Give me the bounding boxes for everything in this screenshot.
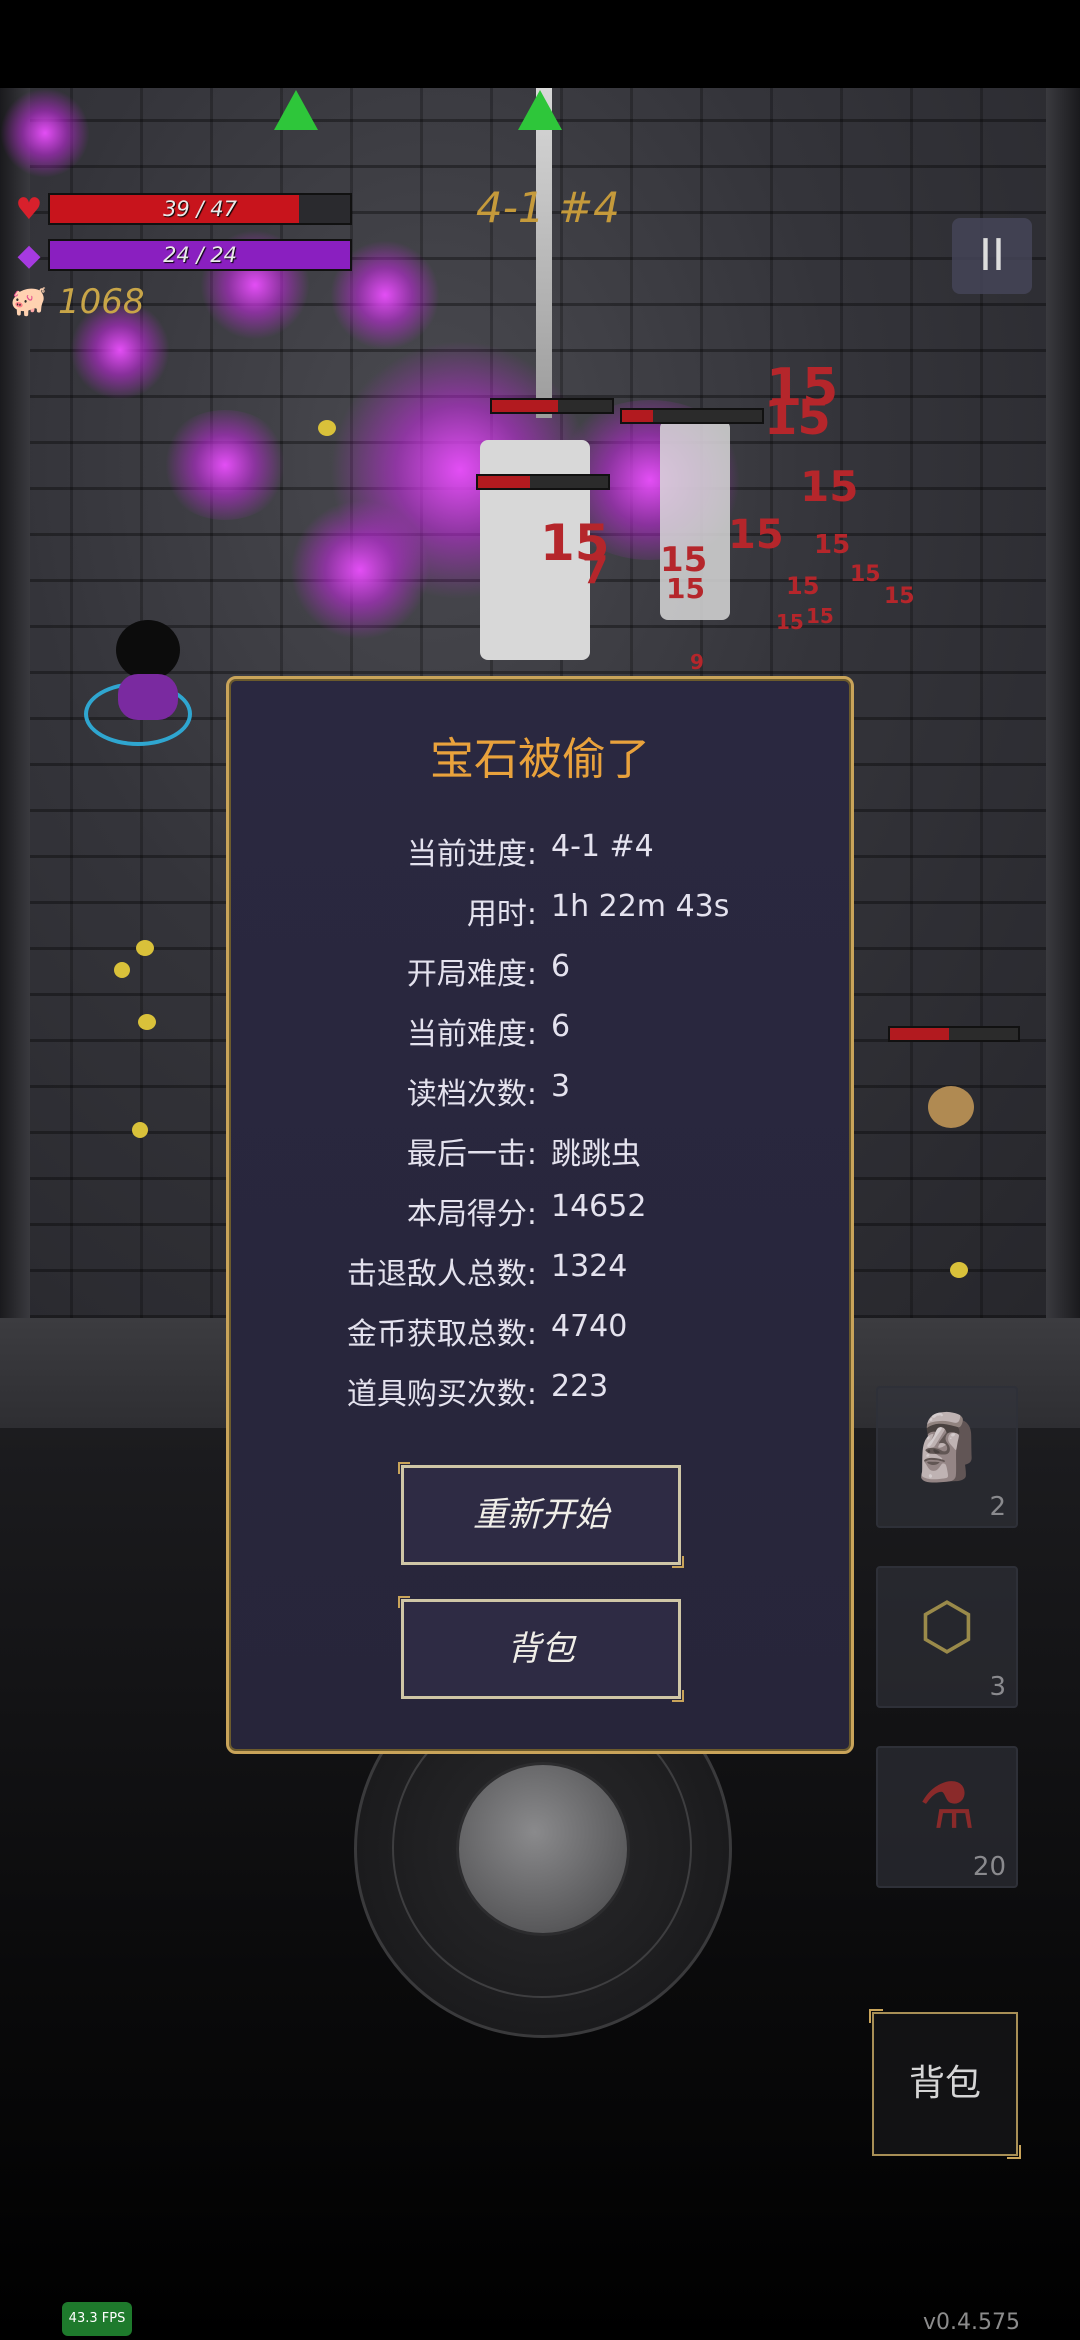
bag-button[interactable]: 背包 [869,2009,1021,2159]
hp-text: 39 / 47 [163,197,237,221]
stat-value: 6 [551,949,571,984]
stat-row: 道具购买次数: 223 [229,1369,851,1419]
gold-spark [132,1122,148,1138]
stat-label: 击退敌人总数: [346,1257,537,1292]
stat-label: 读档次数: [406,1077,537,1112]
stat-row: 当前进度: 4-1 #4 [229,829,851,879]
game-over-dialog: 宝石被偷了 当前进度: 4-1 #4 用时: 1h 22m 43s 开局难度: 6 当前难度… [226,676,854,1754]
restart-button[interactable]: 重新开始 [398,1462,684,1568]
stat-label: 最后一击: [406,1137,537,1172]
player-head [116,620,180,680]
dialog-title: 宝石被偷了 [430,734,650,785]
stat-row: 用时: 1h 22m 43s [229,889,851,939]
stat-row: 金币获取总数: 4740 [229,1309,851,1359]
stat-label: 道具购买次数: [346,1377,537,1412]
damage-number: 15 [776,610,804,634]
stat-value: 6 [551,1009,571,1044]
stat-value: 3 [551,1069,571,1104]
gold-spark [136,940,154,956]
stat-row: 最后一击: 跳跳虫 [229,1129,851,1179]
pause-button[interactable]: II [952,218,1032,294]
pause-icon: II [979,230,1005,281]
joystick-knob[interactable] [456,1762,630,1936]
exit-arrow-icon [518,90,562,130]
stat-label: 本局得分: [406,1197,537,1232]
stat-value: 4740 [551,1309,628,1344]
damage-number: 15 [728,512,784,558]
enemy-health-bar [476,474,610,490]
magic-orb [0,88,90,178]
damage-number: 15 [666,572,705,605]
magic-orb [290,500,430,640]
stat-label: 用时: [466,897,537,932]
damage-number: 15 [786,572,820,600]
fps-counter: 43.3 FPS [62,2302,132,2336]
stat-row: 当前难度: 6 [229,1009,851,1059]
player-character [84,620,206,746]
damage-number: 15 [764,390,831,446]
heart-icon: ♥ [15,191,43,227]
damage-number: 7 [582,548,609,592]
damage-number: 9 [690,650,704,674]
stat-label: 开局难度: [406,957,537,992]
mana-bar: 24 / 24 [48,239,352,271]
damage-number: 15 [806,604,834,628]
damage-number: 15 [850,562,881,587]
mana-text: 24 / 24 [163,243,237,267]
stat-value: 223 [551,1369,609,1404]
version-label: v0.4.575 [923,2310,1020,2335]
item-count: 2 [989,1492,1006,1522]
hopper-bug-enemy [928,1086,974,1128]
enemy-health-bar [490,398,614,414]
right-wall [1046,88,1080,1318]
gold-count: 1068 [58,282,145,322]
stat-label: 当前难度: [406,1017,537,1052]
gold-spark [138,1014,156,1030]
hp-row: ♥ 39 / 47 [10,191,352,227]
gold-spark [114,962,130,978]
stat-row: 开局难度: 6 [229,949,851,999]
left-wall [0,88,30,1318]
mana-row: ◆ 24 / 24 [10,237,352,273]
item-count: 20 [972,1852,1006,1882]
bag-dialog-button[interactable]: 背包 [398,1596,684,1702]
player-body [118,674,178,720]
gold-spark [318,420,336,436]
hp-bar: 39 / 47 [48,193,352,225]
statue-icon: 🗿 [907,1411,987,1485]
exit-arrow-icon [274,90,318,130]
enemy-health-bar [620,408,764,424]
stat-label: 金币获取总数: [346,1317,537,1352]
stat-label: 当前进度: [406,837,537,872]
light-beam [536,88,552,418]
potion-icon: ⚗ [918,1770,976,1844]
item-slot-statue[interactable]: 🗿 2 [876,1386,1018,1528]
stat-row: 本局得分: 14652 [229,1189,851,1239]
stat-value: 1324 [551,1249,628,1284]
stat-row: 击退敌人总数: 1324 [229,1249,851,1299]
damage-number: 15 [814,530,851,560]
gem-icon: ◆ [17,237,41,273]
enemy-health-bar [888,1026,1020,1042]
damage-number: 15 [800,462,859,511]
stat-value: 跳跳虫 [551,1137,641,1172]
crystal-icon: ⬡ [919,1590,975,1664]
gold-spark [950,1262,968,1278]
pig-gold-icon: 🐖 [10,283,48,319]
damage-number: 15 [884,584,915,609]
magic-orb [160,410,290,520]
stat-value: 1h 22m 43s [551,889,730,924]
item-count: 3 [989,1672,1006,1702]
stat-value: 4-1 #4 [551,829,654,864]
stage-indicator: 4-1 #4 [476,183,620,232]
item-slot-potion[interactable]: ⚗ 20 [876,1746,1018,1888]
stat-value: 14652 [551,1189,647,1224]
item-slot-crystal[interactable]: ⬡ 3 [876,1566,1018,1708]
stat-row: 读档次数: 3 [229,1069,851,1119]
